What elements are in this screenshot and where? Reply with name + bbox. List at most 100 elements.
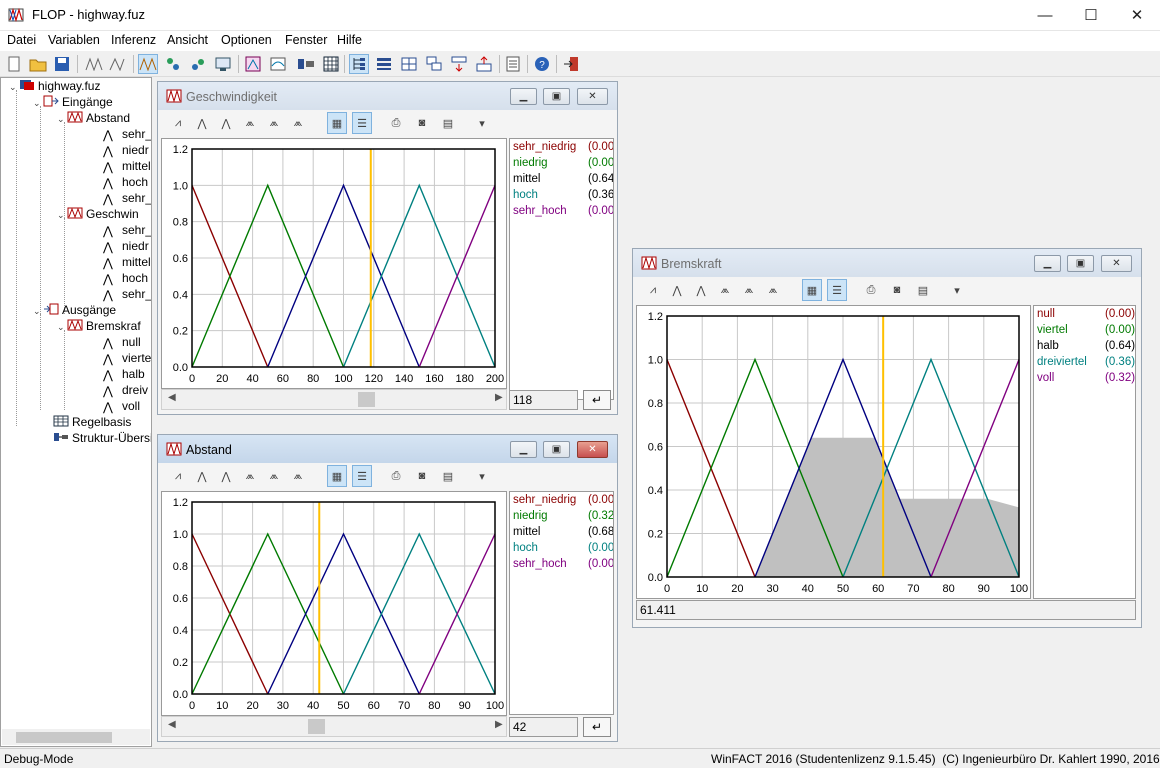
scroll-left-arrow[interactable]: ◀: [168, 719, 176, 730]
help-icon[interactable]: ?: [532, 54, 552, 74]
tree-node-abstand[interactable]: ⌄ Abstand: [57, 110, 130, 126]
print-icon[interactable]: ⎙: [861, 279, 881, 301]
rule-edit-icon[interactable]: [188, 54, 208, 74]
scale-term-icon[interactable]: ⩕: [739, 279, 759, 301]
tree-node-file[interactable]: ⌄ highway.fuz: [9, 78, 100, 94]
save-icon[interactable]: [52, 54, 72, 74]
tree-term-item[interactable]: ⋀ sehr_: [103, 126, 151, 142]
wmf-export-icon[interactable]: ▤: [438, 112, 458, 134]
delete-term-icon[interactable]: ⩕: [288, 112, 308, 134]
window-close-button[interactable]: ✕: [577, 441, 608, 458]
tree-horizontal-scrollbar[interactable]: [2, 729, 150, 745]
membership-chart[interactable]: 0 10 20 30 40 50 60 70 80 90 100 0.0 0.2 0.4 0.6 0.8 1.0…: [162, 492, 506, 715]
tree-node-rulebase[interactable]: Regelbasis: [53, 414, 131, 430]
tree-term-item[interactable]: ⋀ null: [103, 334, 141, 350]
camera-icon[interactable]: ◙: [887, 279, 907, 301]
print-icon[interactable]: ⎙: [386, 465, 406, 487]
minimize-button[interactable]: —: [1022, 0, 1068, 30]
new-file-icon[interactable]: [4, 54, 24, 74]
menu-datei[interactable]: Datei: [7, 33, 36, 47]
menu-inferenz[interactable]: Inferenz: [111, 33, 156, 47]
delete-term-icon[interactable]: ⩕: [288, 465, 308, 487]
tree-term-item[interactable]: ⋀ voll: [103, 398, 140, 414]
rule-icon[interactable]: [163, 54, 183, 74]
tree-term-item[interactable]: ⋀ hoch: [103, 270, 148, 286]
tree-term-item[interactable]: ⋀ dreiv: [103, 382, 148, 398]
scroll-thumb[interactable]: [308, 719, 325, 734]
wmf-export-icon[interactable]: ▤: [438, 465, 458, 487]
window-close-button[interactable]: ✕: [577, 88, 608, 105]
grid-icon[interactable]: [321, 54, 341, 74]
move-term-icon[interactable]: ⩕: [240, 112, 260, 134]
tree-term-item[interactable]: ⋀ niedr: [103, 142, 149, 158]
surface-icon[interactable]: [268, 54, 288, 74]
scroll-right-arrow[interactable]: ▶: [495, 392, 503, 403]
window-titlebar[interactable]: Geschwindigkeit ▁ ▣ ✕: [158, 82, 617, 110]
tree-node-outputs[interactable]: ⌄ Ausgänge: [33, 302, 116, 318]
window-restore-button[interactable]: ▣: [1067, 255, 1094, 272]
grid-toggle-icon[interactable]: ▦: [327, 112, 347, 134]
window-minimize-button[interactable]: ▁: [510, 88, 537, 105]
draw-term-icon[interactable]: ⩘: [643, 279, 663, 301]
scroll-right-arrow[interactable]: ▶: [495, 719, 503, 730]
enter-button[interactable]: ↵: [583, 390, 611, 410]
scale-term-icon[interactable]: ⩕: [264, 465, 284, 487]
arrange-icon[interactable]: [474, 54, 494, 74]
inference-icon[interactable]: [138, 54, 158, 74]
legend-toggle-icon[interactable]: ☰: [352, 112, 372, 134]
move-term-icon[interactable]: ⩕: [240, 465, 260, 487]
membership-chart[interactable]: 0 10 20 30 40 50 60 70 80 90 100 0.0 0.2 0.4 0.6 0.8 1.0…: [637, 306, 1030, 598]
scroll-thumb[interactable]: [16, 732, 112, 743]
menu-variablen[interactable]: Variablen: [48, 33, 100, 47]
draw-term-icon[interactable]: ⩘: [168, 112, 188, 134]
move-term-icon[interactable]: ⩕: [715, 279, 735, 301]
draw-term-icon[interactable]: ⩘: [168, 465, 188, 487]
legend-toggle-icon[interactable]: ☰: [352, 465, 372, 487]
exit-icon[interactable]: [561, 54, 581, 74]
rule-monitor-icon[interactable]: [213, 54, 233, 74]
value-scrollbar[interactable]: ◀ ▶: [161, 389, 507, 410]
tile-icon[interactable]: [449, 54, 469, 74]
camera-icon[interactable]: ◙: [412, 465, 432, 487]
zoom-dropdown-icon[interactable]: ▾: [947, 279, 967, 301]
properties-icon[interactable]: [503, 54, 523, 74]
maximize-button[interactable]: ☐: [1068, 0, 1114, 30]
tree-term-item[interactable]: ⋀ niedr: [103, 238, 149, 254]
scale-term-icon[interactable]: ⩕: [264, 112, 284, 134]
tree-node-geschwindigkeit[interactable]: ⌄ Geschwin: [57, 206, 139, 222]
tree-term-item[interactable]: ⋀ vierte: [103, 350, 151, 366]
edit-term-icon[interactable]: ⋀: [691, 279, 711, 301]
tree-term-item[interactable]: ⋀ halb: [103, 366, 145, 382]
tree-node-inputs[interactable]: ⌄ Eingänge: [33, 94, 113, 110]
value-input[interactable]: 42: [509, 717, 578, 737]
window-minimize-button[interactable]: ▁: [510, 441, 537, 458]
menu-fenster[interactable]: Fenster: [285, 33, 327, 47]
enter-button[interactable]: ↵: [583, 717, 611, 737]
tree-node-bremskraft[interactable]: ⌄ Bremskraf: [57, 318, 141, 334]
defuzz-icon[interactable]: [243, 54, 263, 74]
edit-term-icon[interactable]: ⋀: [216, 112, 236, 134]
menu-hilfe[interactable]: Hilfe: [337, 33, 362, 47]
window-minimize-button[interactable]: ▁: [1034, 255, 1061, 272]
wmf-export-icon[interactable]: ▤: [913, 279, 933, 301]
grid-toggle-icon[interactable]: ▦: [327, 465, 347, 487]
delete-term-icon[interactable]: ⩕: [763, 279, 783, 301]
tree-term-item[interactable]: ⋀ sehr_: [103, 190, 151, 206]
camera-icon[interactable]: ◙: [412, 112, 432, 134]
grid-toggle-icon[interactable]: ▦: [802, 279, 822, 301]
tree-term-item[interactable]: ⋀ hoch: [103, 174, 148, 190]
tree-view-icon[interactable]: [349, 54, 369, 74]
window-titlebar[interactable]: Abstand ▁ ▣ ✕: [158, 435, 617, 463]
tree-term-item[interactable]: ⋀ sehr_: [103, 222, 151, 238]
tree-node-structure[interactable]: Struktur-Übersic: [53, 430, 151, 446]
value-input[interactable]: 118: [509, 390, 578, 410]
close-button[interactable]: ✕: [1114, 0, 1160, 30]
value-scrollbar[interactable]: ◀ ▶: [161, 716, 507, 737]
list-view-icon[interactable]: [374, 54, 394, 74]
tree-term-item[interactable]: ⋀ mittel: [103, 158, 151, 174]
legend-toggle-icon[interactable]: ☰: [827, 279, 847, 301]
split-view-icon[interactable]: [399, 54, 419, 74]
menu-optionen[interactable]: Optionen: [221, 33, 272, 47]
add-term-icon[interactable]: ⋀: [192, 465, 212, 487]
tree-term-item[interactable]: ⋀ sehr_: [103, 286, 151, 302]
